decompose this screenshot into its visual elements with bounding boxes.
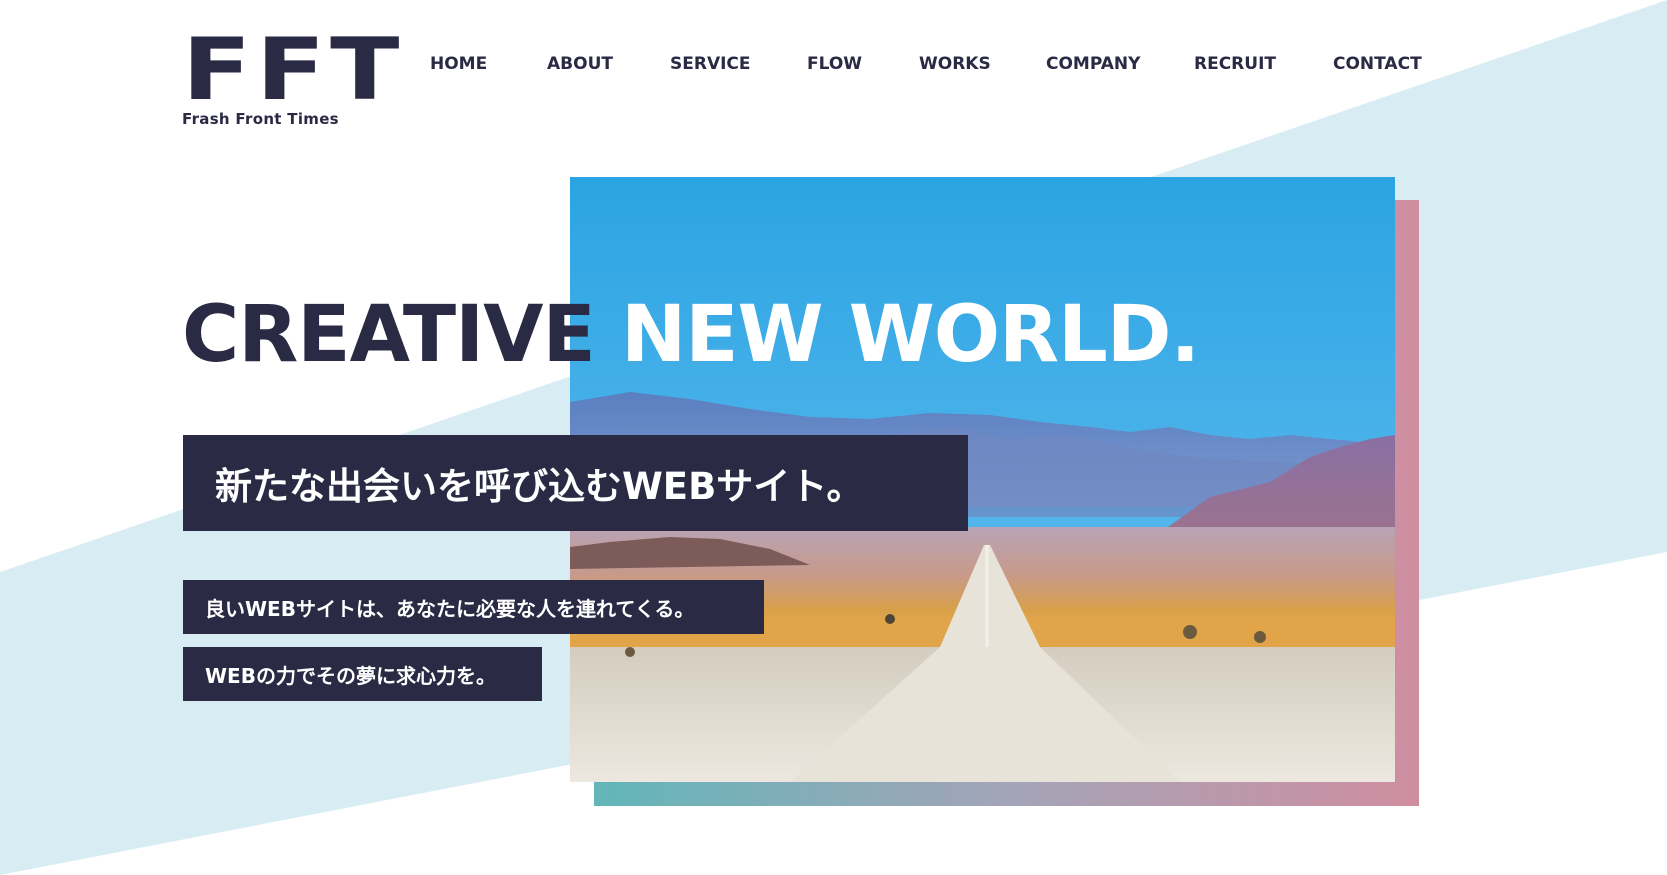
hero-headline: CREATIVE NEW WORLD. bbox=[182, 287, 1200, 383]
nav-company[interactable]: COMPANY bbox=[1046, 54, 1140, 74]
nav-service[interactable]: SERVICE bbox=[670, 54, 751, 74]
logo[interactable]: FFT Frash Front Times bbox=[182, 27, 399, 128]
nav-recruit[interactable]: RECRUIT bbox=[1194, 54, 1276, 74]
logo-mark: FFT bbox=[182, 20, 405, 120]
subheadline-text: 新たな出会いを呼び込むWEBサイト。 bbox=[215, 465, 864, 508]
main-nav: HOME ABOUT SERVICE FLOW WORKS COMPANY RE… bbox=[430, 54, 1667, 78]
nav-works[interactable]: WORKS bbox=[919, 54, 991, 74]
tagline-text-2: WEBの力でその夢に求心力を。 bbox=[205, 663, 496, 688]
nav-about[interactable]: ABOUT bbox=[547, 54, 613, 74]
nav-home[interactable]: HOME bbox=[430, 54, 487, 74]
nav-flow[interactable]: FLOW bbox=[807, 54, 862, 74]
tagline-text-1: 良いWEBサイトは、あなたに必要な人を連れてくる。 bbox=[205, 596, 695, 621]
headline-dark-text: CREATIVE bbox=[182, 290, 596, 380]
nav-contact[interactable]: CONTACT bbox=[1333, 54, 1422, 74]
headline-light-text: NEW WORLD. bbox=[620, 290, 1200, 380]
hero-tagline-2: WEBの力でその夢に求心力を。 bbox=[183, 647, 542, 701]
hero-subheadline: 新たな出会いを呼び込むWEBサイト。 bbox=[183, 435, 968, 531]
hero-tagline-1: 良いWEBサイトは、あなたに必要な人を連れてくる。 bbox=[183, 580, 764, 634]
